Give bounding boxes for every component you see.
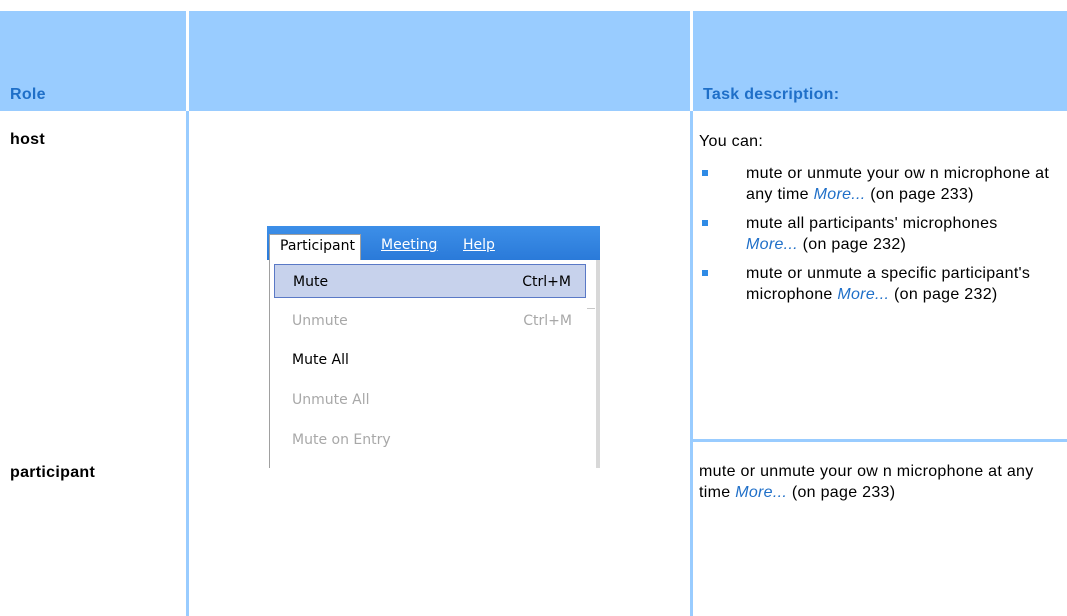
menu-item-shortcut: Ctrl+M (523, 313, 572, 329)
more-link[interactable]: More... (735, 484, 787, 501)
menu-item-unmute[interactable]: Unmute Ctrl+M (292, 306, 572, 336)
header-role-label: Role (10, 86, 46, 103)
menu-bar: Participant Meeting Help (267, 226, 600, 261)
column-divider-right (690, 111, 693, 616)
menu-item-mute-on-entry[interactable]: Mute on Entry (292, 425, 572, 455)
menu-item-label: Mute on Entry (292, 432, 391, 448)
host-task-intro: You can: (699, 133, 764, 150)
menu-meeting[interactable]: Meeting (381, 234, 437, 256)
menu-item-unmute-all[interactable]: Unmute All (292, 385, 572, 415)
column-divider-left (186, 111, 189, 616)
header-role-cell: Role (0, 11, 186, 111)
menu-item-mute[interactable]: Mute Ctrl+M (274, 264, 586, 298)
bullet-icon (702, 270, 708, 276)
host-task-list: mute or unmute your ow n microphone at a… (699, 163, 1054, 313)
menu-item-label: Mute (293, 274, 329, 290)
more-link[interactable]: More... (746, 236, 798, 253)
bullet-icon (702, 220, 708, 226)
menu-item-label: Unmute (292, 313, 348, 329)
more-link[interactable]: More... (837, 286, 889, 303)
header-task-cell: Task description: (693, 11, 1067, 111)
dropdown-shadow (596, 260, 600, 468)
header-blank-cell (189, 11, 690, 111)
list-item: mute or unmute your ow n microphone at a… (699, 163, 1054, 205)
participant-task-description: mute or unmute your ow n microphone at a… (699, 461, 1054, 503)
role-host: host (10, 131, 45, 148)
page-reference: (on page 233) (870, 186, 974, 203)
menu-item-mute-all[interactable]: Mute All (292, 345, 572, 375)
list-item: mute or unmute a specific participant's … (699, 263, 1054, 305)
menu-item-label: Mute All (292, 352, 349, 368)
menu-help[interactable]: Help (463, 234, 495, 256)
more-link[interactable]: More... (814, 186, 866, 203)
menu-item-label: Unmute All (292, 392, 370, 408)
role-participant: participant (10, 464, 96, 481)
bullet-icon (702, 170, 708, 176)
participant-dropdown: Mute Ctrl+M Unmute Ctrl+M Mute All Unmut… (269, 260, 600, 468)
page-reference: (on page 233) (791, 484, 896, 501)
page-reference: (on page 232) (802, 236, 907, 253)
menu-participant[interactable]: Participant (269, 234, 361, 261)
page-reference: (on page 232) (894, 286, 998, 303)
background-window-edge (587, 308, 595, 309)
list-item: mute all participants' microphones More.… (699, 213, 1054, 255)
header-task-label: Task description: (703, 86, 840, 103)
participant-menu-screenshot: Participant Meeting Help Mute Ctrl+M Unm… (267, 226, 600, 468)
bullet-text: mute all participants' microphones (746, 215, 998, 232)
row-divider (693, 439, 1067, 442)
menu-item-shortcut: Ctrl+M (522, 274, 571, 290)
